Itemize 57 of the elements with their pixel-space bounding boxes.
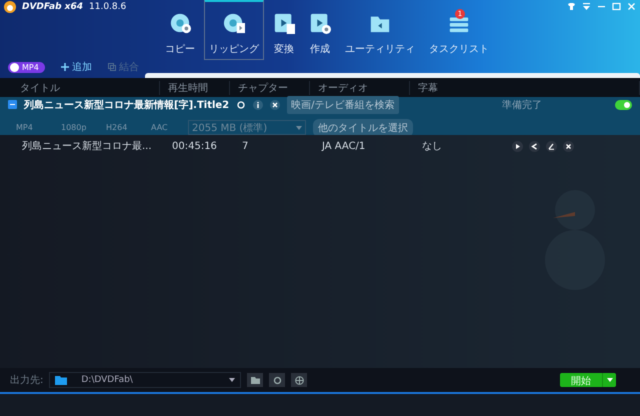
title-name: 列島ニュース新型コロナ最新情報[字].Title2 xyxy=(24,98,230,112)
select-title-button[interactable]: 他のタイトルを選択 xyxy=(313,118,413,136)
shirt-icon[interactable] xyxy=(567,2,576,11)
maximize-icon[interactable] xyxy=(612,2,621,11)
profile-button[interactable]: MP4 xyxy=(8,62,45,72)
folder-icon xyxy=(250,376,260,384)
column-header[interactable]: 再生時間 xyxy=(160,80,230,94)
nav-icon xyxy=(223,12,245,34)
refresh-button[interactable] xyxy=(269,373,286,387)
checkbox[interactable] xyxy=(8,100,17,109)
output-path-field[interactable]: D:\DVDFab\ xyxy=(49,372,242,388)
nav-icon xyxy=(309,12,331,34)
status-text: 準備完了 xyxy=(502,98,542,112)
app-name: DVDFab x64 xyxy=(22,2,84,12)
nav-tab[interactable]: コピー xyxy=(160,0,200,60)
caret-icon xyxy=(296,126,302,130)
nav-tab[interactable]: リッピング xyxy=(204,0,264,60)
column-header[interactable]: 字幕 xyxy=(410,80,640,94)
column-header[interactable]: タイトル xyxy=(0,80,160,94)
nav-tab[interactable]: 変換 xyxy=(268,0,300,60)
nav-icon xyxy=(273,12,295,34)
spec-label: H264 xyxy=(106,123,128,132)
globe-button[interactable] xyxy=(291,373,308,387)
column-header[interactable]: チャプター xyxy=(230,80,310,94)
column-header[interactable]: オーディオ xyxy=(310,80,410,94)
start-options-button[interactable] xyxy=(602,373,616,387)
toggle-switch[interactable] xyxy=(615,100,632,110)
browse-button[interactable] xyxy=(247,373,264,387)
nav-tab[interactable]: ユーティリティ xyxy=(340,0,420,60)
caret-icon xyxy=(606,378,612,382)
table-cell-text: 列島ニュース新型コロナ最... xyxy=(22,140,153,153)
spec-label: AAC xyxy=(151,123,169,132)
search-movie-button[interactable]: 映画/テレビ番組を検索 xyxy=(287,96,399,114)
globe-icon xyxy=(294,376,304,384)
logo-icon xyxy=(4,0,16,12)
play-icon[interactable] xyxy=(512,140,523,152)
folder-icon xyxy=(55,375,68,385)
edit-icon[interactable] xyxy=(546,140,557,152)
share-icon[interactable] xyxy=(529,140,540,152)
info-icon[interactable] xyxy=(253,100,264,110)
spec-label: MP4 xyxy=(16,123,34,132)
plus-icon xyxy=(60,63,69,71)
merge-icon xyxy=(108,63,116,71)
spec-label: 1080p xyxy=(61,123,88,132)
add-button[interactable]: 追加 xyxy=(60,60,92,74)
output-label: 出力先: xyxy=(10,374,44,387)
nav-icon xyxy=(169,12,191,34)
close-icon[interactable] xyxy=(270,100,280,110)
table-cell-text: 00:45:16 xyxy=(172,140,218,152)
app-version: 11.0.8.6 xyxy=(89,2,126,12)
caret-icon xyxy=(229,378,236,382)
table-cell-text: JA AAC/1 xyxy=(322,140,366,152)
menu-icon[interactable] xyxy=(582,2,591,11)
nav-tab[interactable]: 作成 xyxy=(304,0,336,60)
table-cell-text: 7 xyxy=(242,140,250,152)
remove-icon[interactable] xyxy=(563,140,574,152)
table-cell-text: なし xyxy=(422,140,443,153)
